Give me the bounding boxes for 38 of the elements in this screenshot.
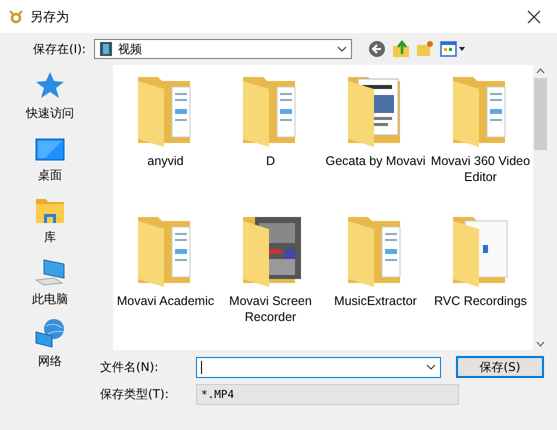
chevron-up-icon: [536, 68, 545, 74]
folder-item[interactable]: Movavi 360 Video Editor: [428, 73, 533, 213]
chevron-down-icon: [336, 46, 347, 52]
sidebar-item[interactable]: 快速访问: [0, 69, 100, 122]
sidebar-item[interactable]: 桌面: [0, 131, 100, 184]
folder-item[interactable]: anyvid: [113, 73, 218, 213]
sidebar-item[interactable]: 库: [0, 193, 100, 246]
app-icon: [8, 8, 24, 24]
monitor-icon: [35, 138, 65, 162]
folder-item[interactable]: Gecata by Movavi: [323, 73, 428, 213]
folder-item[interactable]: Movavi Screen Recorder: [218, 213, 323, 353]
close-icon: [527, 10, 541, 24]
location-label: 保存在(I):: [33, 40, 86, 58]
window-title: 另存为: [30, 8, 70, 26]
folder-icon: [35, 198, 65, 224]
location-dropdown[interactable]: 视频: [94, 39, 352, 59]
network-icon: [34, 318, 66, 348]
sidebar-item[interactable]: 此电脑: [0, 255, 100, 308]
up-folder-button[interactable]: [392, 40, 410, 58]
computer-icon: [34, 258, 66, 286]
folder-item[interactable]: Movavi Academic: [113, 213, 218, 353]
new-folder-button[interactable]: [416, 40, 434, 58]
view-menu-button[interactable]: [440, 41, 466, 57]
folder-item[interactable]: D: [218, 73, 323, 213]
file-type-dropdown[interactable]: *.MP4: [196, 384, 459, 405]
file-type-label: 保存类型(T):: [100, 386, 170, 403]
folder-item[interactable]: MusicExtractor: [323, 213, 428, 353]
sidebar-item[interactable]: 网络: [0, 317, 100, 370]
save-button[interactable]: 保存(S): [456, 356, 544, 378]
file-name-input[interactable]: [196, 356, 441, 378]
chevron-down-icon: [426, 364, 436, 370]
back-button[interactable]: [368, 40, 386, 58]
scrollbar-thumb[interactable]: [534, 78, 547, 150]
chevron-down-icon: [536, 341, 545, 347]
star-icon: [35, 70, 65, 100]
film-icon: [98, 41, 113, 57]
folder-item[interactable]: RVC Recordings: [428, 213, 533, 353]
file-name-label: 文件名(N):: [100, 358, 160, 376]
